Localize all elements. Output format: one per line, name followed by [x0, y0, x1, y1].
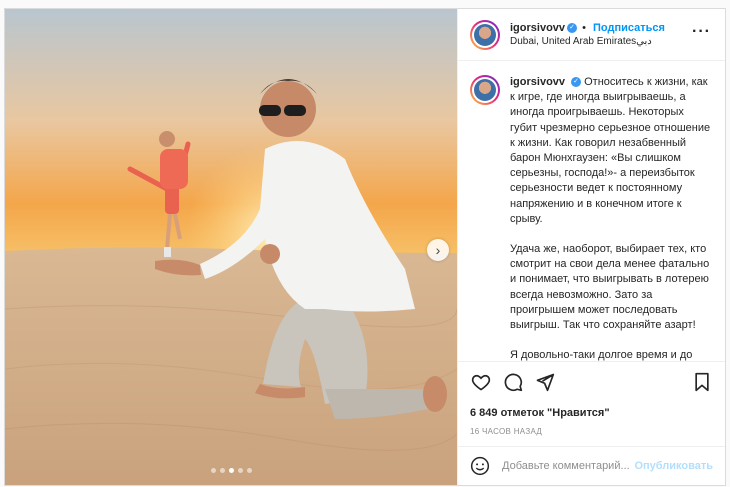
caption-username-link[interactable]: igorsivovv: [510, 76, 565, 88]
caption-text: igorsivovv ✓ Относитесь к жизни, как к иг…: [510, 75, 713, 361]
publish-button[interactable]: Опубликовать: [634, 460, 713, 472]
carousel-dot-active: [228, 468, 234, 473]
verified-badge-icon: ✓: [567, 22, 578, 33]
caption-paragraph: Удача же, наоборот, выбирает тех, кто см…: [510, 243, 710, 332]
post-sidebar: igorsivovv ✓ • Подписаться Dubai, United …: [457, 9, 725, 485]
verified-badge-icon: ✓: [571, 77, 582, 88]
carousel-dot: [237, 468, 243, 473]
emoji-icon[interactable]: [470, 456, 490, 476]
post-photo[interactable]: ›: [5, 9, 457, 485]
carousel-dot: [219, 468, 225, 473]
post-header: igorsivovv ✓ • Подписаться Dubai, United …: [458, 9, 725, 61]
caption-area: igorsivovv ✓ Относитесь к жизни, как к иг…: [458, 61, 725, 361]
caption-paragraph: Относитесь к жизни, как к игре, где иног…: [510, 76, 711, 225]
next-slide-button[interactable]: ›: [427, 239, 449, 261]
carousel-dot: [210, 468, 216, 473]
location-link[interactable]: Dubai, United Arab Emiratesدبي: [510, 35, 665, 49]
avatar[interactable]: [470, 75, 500, 105]
chevron-right-icon: ›: [435, 242, 441, 258]
carousel-dot: [246, 468, 252, 473]
more-horizontal-icon[interactable]: ···: [692, 24, 711, 40]
comment-input[interactable]: [500, 459, 635, 473]
username-link[interactable]: igorsivovv: [510, 22, 565, 34]
heart-icon[interactable]: [470, 371, 492, 393]
carousel-indicator: [5, 468, 457, 473]
separator: •: [582, 21, 586, 34]
avatar[interactable]: [470, 19, 500, 50]
share-icon[interactable]: [534, 371, 556, 393]
comment-icon[interactable]: [502, 371, 524, 393]
bookmark-icon[interactable]: [691, 371, 713, 393]
post-timestamp[interactable]: 16 ЧАСОВ НАЗАД: [458, 421, 725, 447]
caption-paragraph: Я довольно-таки долгое время и до: [510, 349, 693, 361]
action-bar: [458, 361, 725, 401]
comment-bar: Опубликовать: [458, 447, 725, 485]
photo-image: [5, 9, 457, 485]
follow-button[interactable]: Подписаться: [593, 22, 665, 34]
likes-count[interactable]: 6 849 отметок "Нравится": [458, 401, 725, 421]
post-card: › igorsivovv ✓ • Подписаться Dubai, Unite…: [4, 8, 726, 486]
